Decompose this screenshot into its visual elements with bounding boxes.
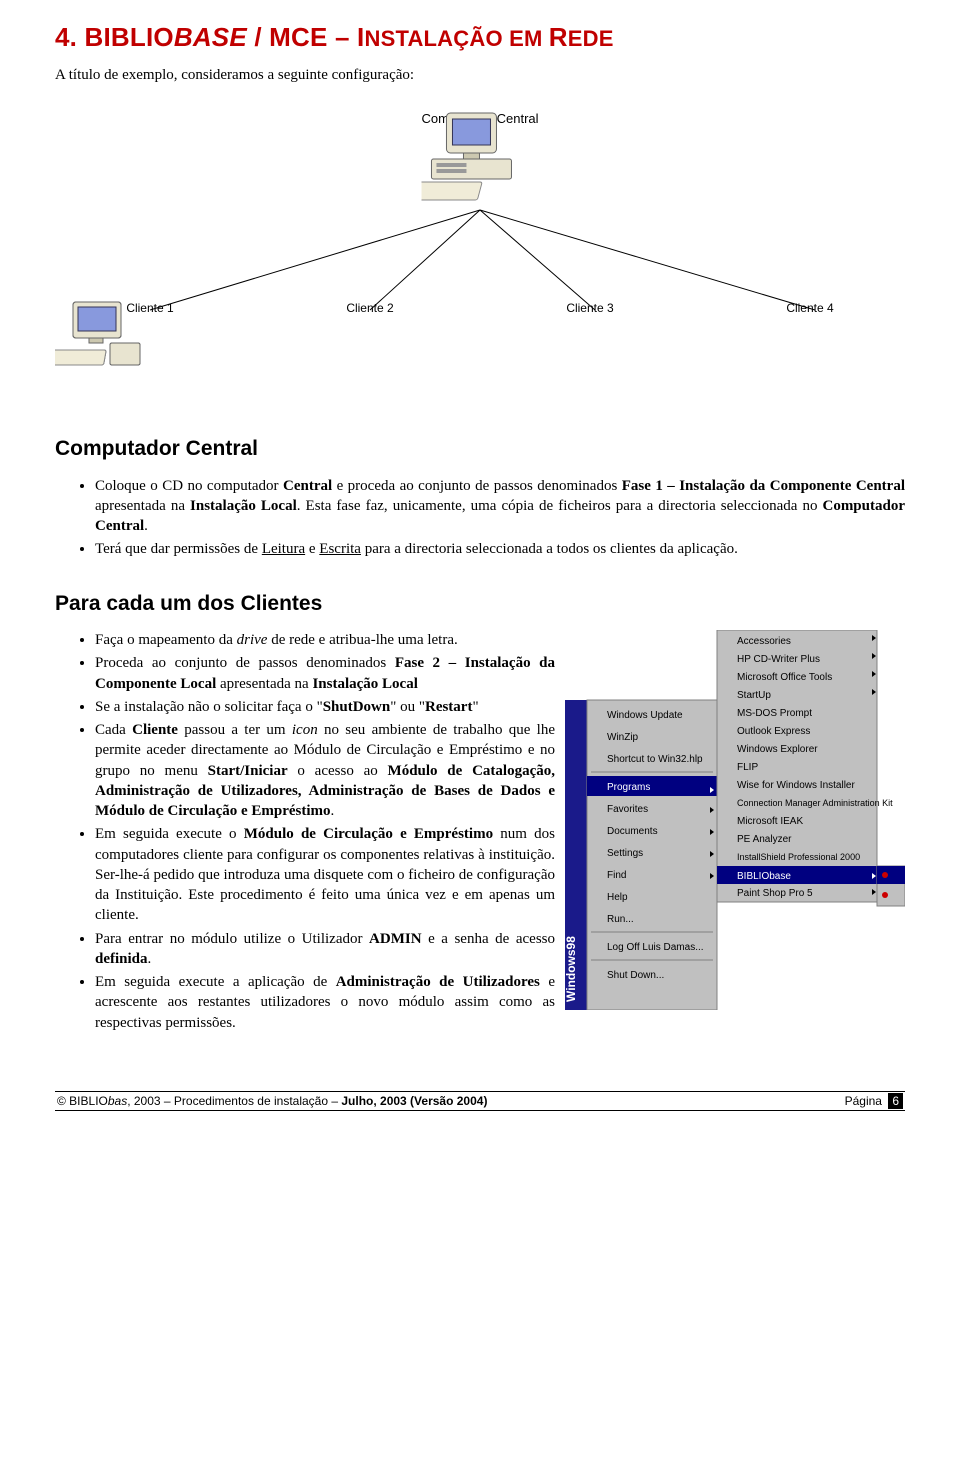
svg-text:Log Off Luis Damas...: Log Off Luis Damas...: [607, 942, 704, 953]
svg-text:FLIP: FLIP: [737, 762, 758, 773]
svg-text:Wise for Windows Installer: Wise for Windows Installer: [737, 780, 855, 791]
svg-text:Find: Find: [607, 870, 626, 881]
client-4: Cliente 4: [735, 300, 885, 316]
footer-left: © BIBLIObas, 2003 – Procedimentos de ins…: [57, 1093, 487, 1109]
svg-text:BIBLIObase: BIBLIObase: [737, 871, 791, 882]
svg-text:Microsoft Office Tools: Microsoft Office Tools: [737, 672, 832, 683]
svg-text:Windows Update: Windows Update: [607, 710, 683, 721]
svg-text:Connection Manager Administrat: Connection Manager Administration Kit: [737, 798, 893, 808]
client-row: Cliente 1 Cliente 2 Cliente 3: [55, 300, 905, 316]
svg-text:Help: Help: [607, 892, 628, 903]
svg-text:Windows Explorer: Windows Explorer: [737, 744, 818, 755]
clients-bullet-6: Para entrar no módulo utilize o Utilizad…: [95, 929, 555, 970]
clients-bullet-3: Se a instalação não o solicitar faça o "…: [95, 697, 555, 717]
svg-text:HP CD-Writer Plus: HP CD-Writer Plus: [737, 654, 820, 665]
svg-text:Favorites: Favorites: [607, 804, 648, 815]
central-bullets: Coloque o CD no computador Central e pro…: [55, 476, 905, 560]
clients-bullet-7: Em seguida execute a aplicação de Admini…: [95, 972, 555, 1033]
section-central-title: Computador Central: [55, 435, 905, 463]
svg-text:Microsoft IEAK: Microsoft IEAK: [737, 816, 803, 827]
windows-brand: Windows98: [565, 936, 578, 1002]
svg-text:Shortcut to Win32.hlp: Shortcut to Win32.hlp: [607, 754, 703, 765]
svg-text:Programs: Programs: [607, 782, 650, 793]
svg-text:Shut Down...: Shut Down...: [607, 970, 664, 981]
clients-bullets: Faça o mapeamento da drive de rede e atr…: [55, 630, 555, 1036]
page-footer: © BIBLIObas, 2003 – Procedimentos de ins…: [55, 1091, 905, 1111]
client-2: Cliente 2: [295, 300, 445, 316]
network-diagram: Computador Central Cliente 1 Cliente 2: [55, 105, 905, 405]
intro-text: A título de exemplo, consideramos a segu…: [55, 65, 905, 85]
svg-text:Documents: Documents: [607, 826, 658, 837]
clients-bullet-2: Proceda ao conjunto de passos denominado…: [95, 653, 555, 694]
client-icon: [55, 300, 145, 370]
clients-bullet-1: Faça o mapeamento da drive de rede e atr…: [95, 630, 555, 650]
svg-text:InstallShield Professional 200: InstallShield Professional 2000: [737, 852, 860, 862]
svg-text:Settings: Settings: [607, 848, 643, 859]
page-heading: 4. BIBLIOBASE / MCE – INSTALAÇÃO EM REDE: [55, 20, 905, 55]
svg-text:Accessories: Accessories: [737, 636, 791, 647]
start-menu-screenshot: Windows98 Windows Update WinZip Shortcut…: [565, 630, 905, 1036]
svg-text:MS-DOS Prompt: MS-DOS Prompt: [737, 708, 812, 719]
svg-text:StartUp: StartUp: [737, 690, 771, 701]
clients-bullet-4: Cada Cliente passou a ter um icon no seu…: [95, 720, 555, 821]
clients-bullet-5: Em seguida execute o Módulo de Circulaçã…: [95, 824, 555, 925]
svg-text:WinZip: WinZip: [607, 732, 639, 743]
central-bullet-1: Coloque o CD no computador Central e pro…: [95, 476, 905, 537]
client-3: Cliente 3: [515, 300, 665, 316]
footer-right: Página 6: [845, 1093, 903, 1109]
central-bullet-2: Terá que dar permissões de Leitura e Esc…: [95, 539, 905, 559]
svg-text:Paint Shop Pro 5: Paint Shop Pro 5: [737, 888, 813, 899]
svg-text:Run...: Run...: [607, 914, 634, 925]
server-icon: [421, 110, 521, 205]
section-clients-title: Para cada um dos Clientes: [55, 590, 905, 618]
svg-text:Outlook Express: Outlook Express: [737, 726, 810, 737]
page-number: 6: [888, 1093, 903, 1109]
heading-number: 4.: [55, 22, 77, 52]
svg-text:PE Analyzer: PE Analyzer: [737, 834, 792, 845]
central-computer: Computador Central: [421, 110, 538, 128]
